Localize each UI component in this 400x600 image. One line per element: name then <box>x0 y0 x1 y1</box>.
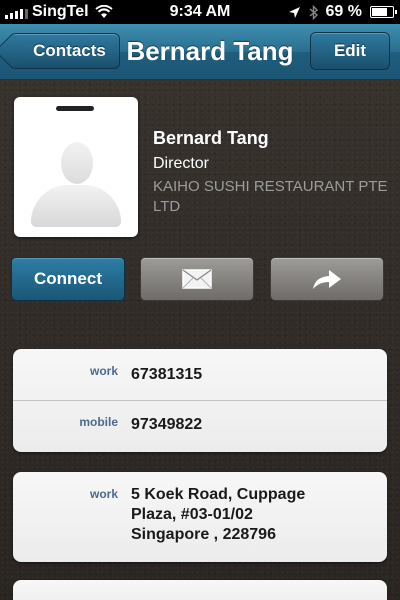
status-right: 69 % <box>288 3 397 21</box>
page-title: Bernard Tang <box>126 36 294 66</box>
bluetooth-icon <box>309 4 318 20</box>
battery-icon <box>370 6 397 18</box>
avatar[interactable] <box>14 97 138 237</box>
phone-row-work[interactable]: work 67381315 <box>13 349 387 400</box>
share-button[interactable] <box>270 257 384 301</box>
address-line: Plaza, #03-01/02 <box>131 506 253 523</box>
phone-value: 67381315 <box>131 366 203 383</box>
address-value: 5 Koek Road, Cuppage Plaza, #03-01/02 Si… <box>131 485 305 545</box>
address-line: Singapore , 228796 <box>131 526 276 543</box>
navigation-bar: Contacts Bernard Tang Edit <box>0 24 400 80</box>
address-label: work <box>89 487 118 501</box>
location-icon <box>288 6 300 18</box>
mail-button[interactable] <box>140 257 254 301</box>
connect-button[interactable]: Connect <box>11 257 125 301</box>
phone-value: 97349822 <box>131 416 203 433</box>
contact-name: Bernard Tang <box>153 128 269 148</box>
avatar-placeholder-head <box>61 142 93 184</box>
phone-label: mobile <box>79 415 118 429</box>
envelope-icon <box>182 269 212 289</box>
contact-company: KAIHO SUSHI RESTAURANT PTE LTD <box>153 178 388 215</box>
badge-slot <box>56 106 94 111</box>
status-bar: SingTel 9:34 AM 69 % <box>0 0 400 24</box>
back-arrow-icon <box>0 32 32 70</box>
back-button-label: Contacts <box>33 41 106 60</box>
back-button[interactable]: Contacts <box>0 32 120 70</box>
phone-row-mobile[interactable]: mobile 97349822 <box>13 401 387 452</box>
battery-percent: 69 % <box>325 3 362 20</box>
address-line: 5 Koek Road, Cuppage <box>131 486 306 503</box>
next-card[interactable] <box>13 580 387 600</box>
address-row-work[interactable]: work 5 Koek Road, Cuppage Plaza, #03-01/… <box>13 472 387 562</box>
avatar-placeholder-body <box>31 185 121 227</box>
share-arrow-icon <box>313 270 341 289</box>
edit-button[interactable]: Edit <box>310 32 390 70</box>
phone-label: work <box>89 364 118 378</box>
address-card: work 5 Koek Road, Cuppage Plaza, #03-01/… <box>13 472 387 562</box>
contact-title: Director <box>153 155 210 172</box>
phone-card: work 67381315 mobile 97349822 <box>13 349 387 452</box>
